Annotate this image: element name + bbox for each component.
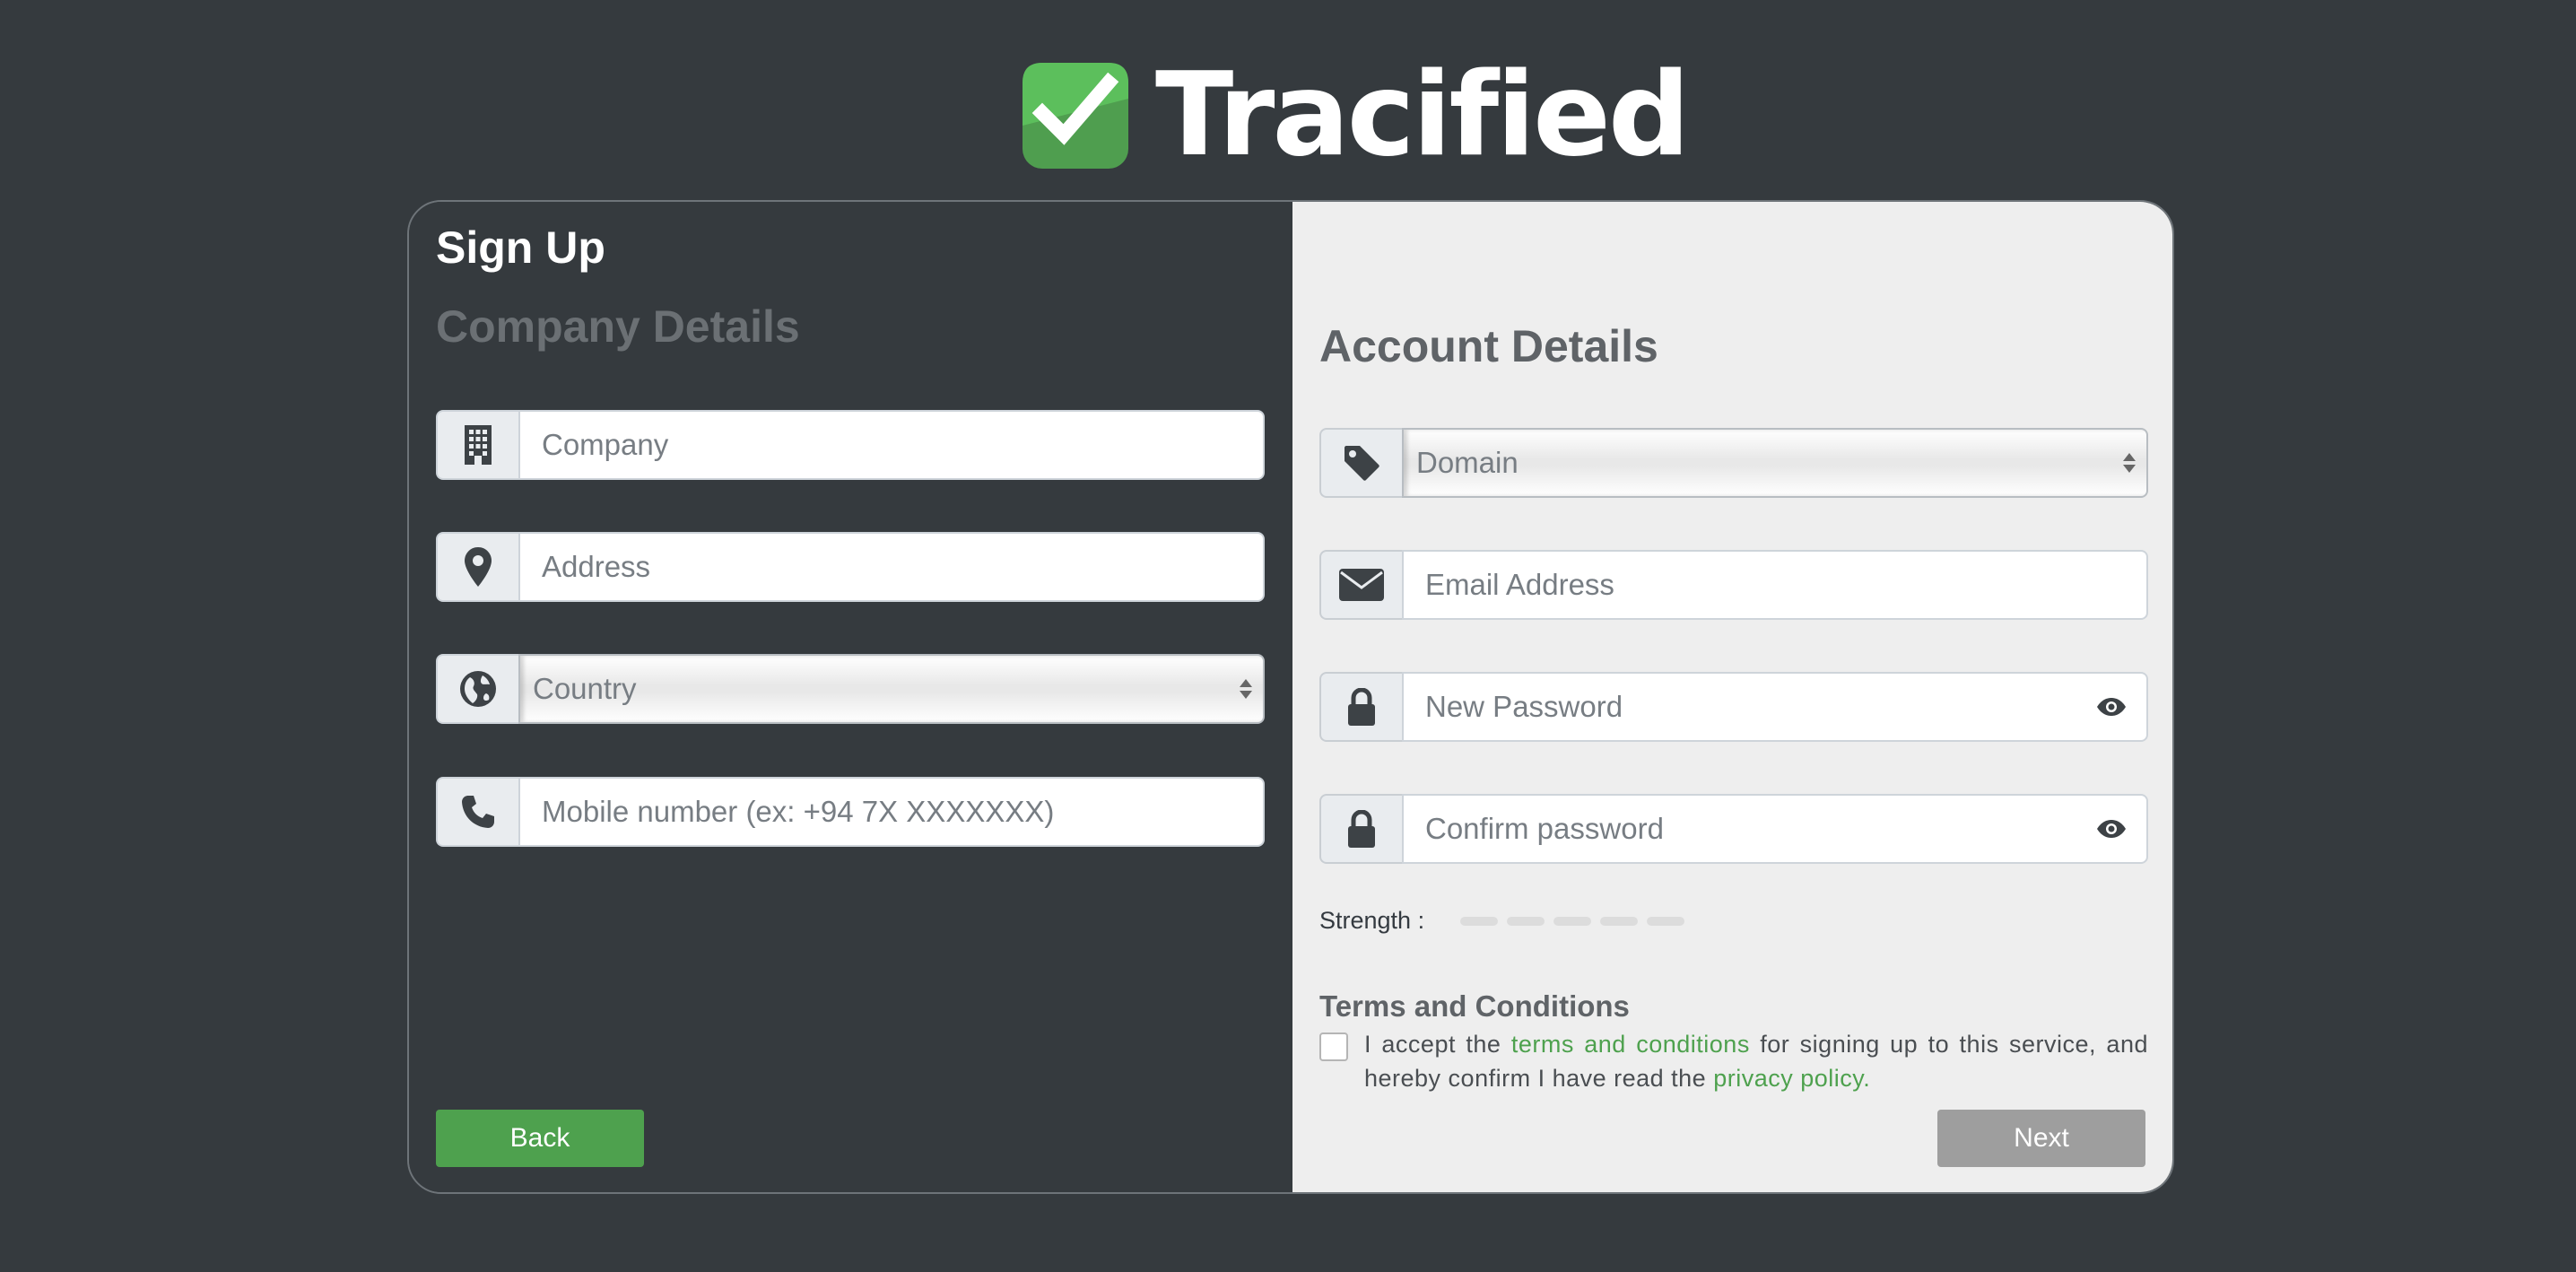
company-details-heading: Company Details [436, 301, 800, 352]
terms-text: I accept the terms and conditions for si… [1364, 1027, 2148, 1095]
terms-text-start: I accept the [1364, 1031, 1501, 1058]
account-details-heading: Account Details [1319, 321, 1658, 371]
page-title: Sign Up [436, 222, 605, 273]
account-details-panel: Account Details Domain Email Address New… [1292, 202, 2172, 1192]
strength-label: Strength : [1319, 907, 1425, 934]
eye-icon[interactable] [2096, 697, 2127, 717]
privacy-policy-link[interactable]: privacy policy. [1713, 1065, 1870, 1092]
select-arrows-icon [1240, 679, 1252, 699]
confirm-password-placeholder: Confirm password [1425, 812, 1664, 845]
logo-wordmark: Tracified [1155, 48, 1690, 182]
globe-icon [436, 654, 518, 724]
strength-meter [1460, 916, 1685, 926]
terms-agreement: I accept the terms and conditions for si… [1319, 1027, 2148, 1095]
confirm-password-field: Confirm password [1319, 794, 2148, 864]
confirm-password-input[interactable]: Confirm password [1402, 794, 2148, 864]
terms-link[interactable]: terms and conditions [1511, 1031, 1750, 1058]
company-details-panel: Sign Up Company Details Company Address … [409, 202, 1292, 1192]
strength-bar [1460, 916, 1499, 926]
email-field: Email Address [1319, 550, 2148, 620]
building-icon [436, 410, 518, 480]
mobile-field: Mobile number (ex: +94 7X XXXXXXX) [436, 777, 1265, 847]
address-input[interactable]: Address [518, 532, 1265, 602]
address-field: Address [436, 532, 1265, 602]
domain-select[interactable]: Domain [1402, 428, 2148, 498]
domain-field: Domain [1319, 428, 2148, 498]
eye-icon[interactable] [2096, 819, 2127, 839]
lock-icon [1319, 794, 1402, 864]
password-strength: Strength : [1319, 907, 1685, 935]
new-password-field: New Password [1319, 672, 2148, 742]
mobile-input[interactable]: Mobile number (ex: +94 7X XXXXXXX) [518, 777, 1265, 847]
phone-icon [436, 777, 518, 847]
company-input[interactable]: Company [518, 410, 1265, 480]
strength-bar [1647, 916, 1685, 926]
domain-select-value: Domain [1416, 446, 1519, 479]
new-password-placeholder: New Password [1425, 690, 1623, 723]
brand-logo: Tracified [1023, 58, 1690, 173]
map-marker-icon [436, 532, 518, 602]
signup-card: Sign Up Company Details Company Address … [407, 200, 2174, 1194]
country-select-value: Country [533, 672, 637, 705]
strength-bar [1553, 916, 1592, 926]
new-password-input[interactable]: New Password [1402, 672, 2148, 742]
envelope-icon [1319, 550, 1402, 620]
terms-checkbox[interactable] [1319, 1032, 1348, 1061]
select-arrows-icon [2123, 453, 2136, 473]
email-input[interactable]: Email Address [1402, 550, 2148, 620]
tag-icon [1319, 428, 1402, 498]
country-select[interactable]: Country [518, 654, 1265, 724]
terms-heading: Terms and Conditions [1319, 989, 1630, 1023]
country-field: Country [436, 654, 1265, 724]
strength-bar [1600, 916, 1639, 926]
back-button[interactable]: Back [436, 1110, 644, 1167]
logo-check-icon [1023, 63, 1128, 169]
lock-icon [1319, 672, 1402, 742]
strength-bar [1507, 916, 1545, 926]
next-button[interactable]: Next [1937, 1110, 2145, 1167]
company-field: Company [436, 410, 1265, 480]
